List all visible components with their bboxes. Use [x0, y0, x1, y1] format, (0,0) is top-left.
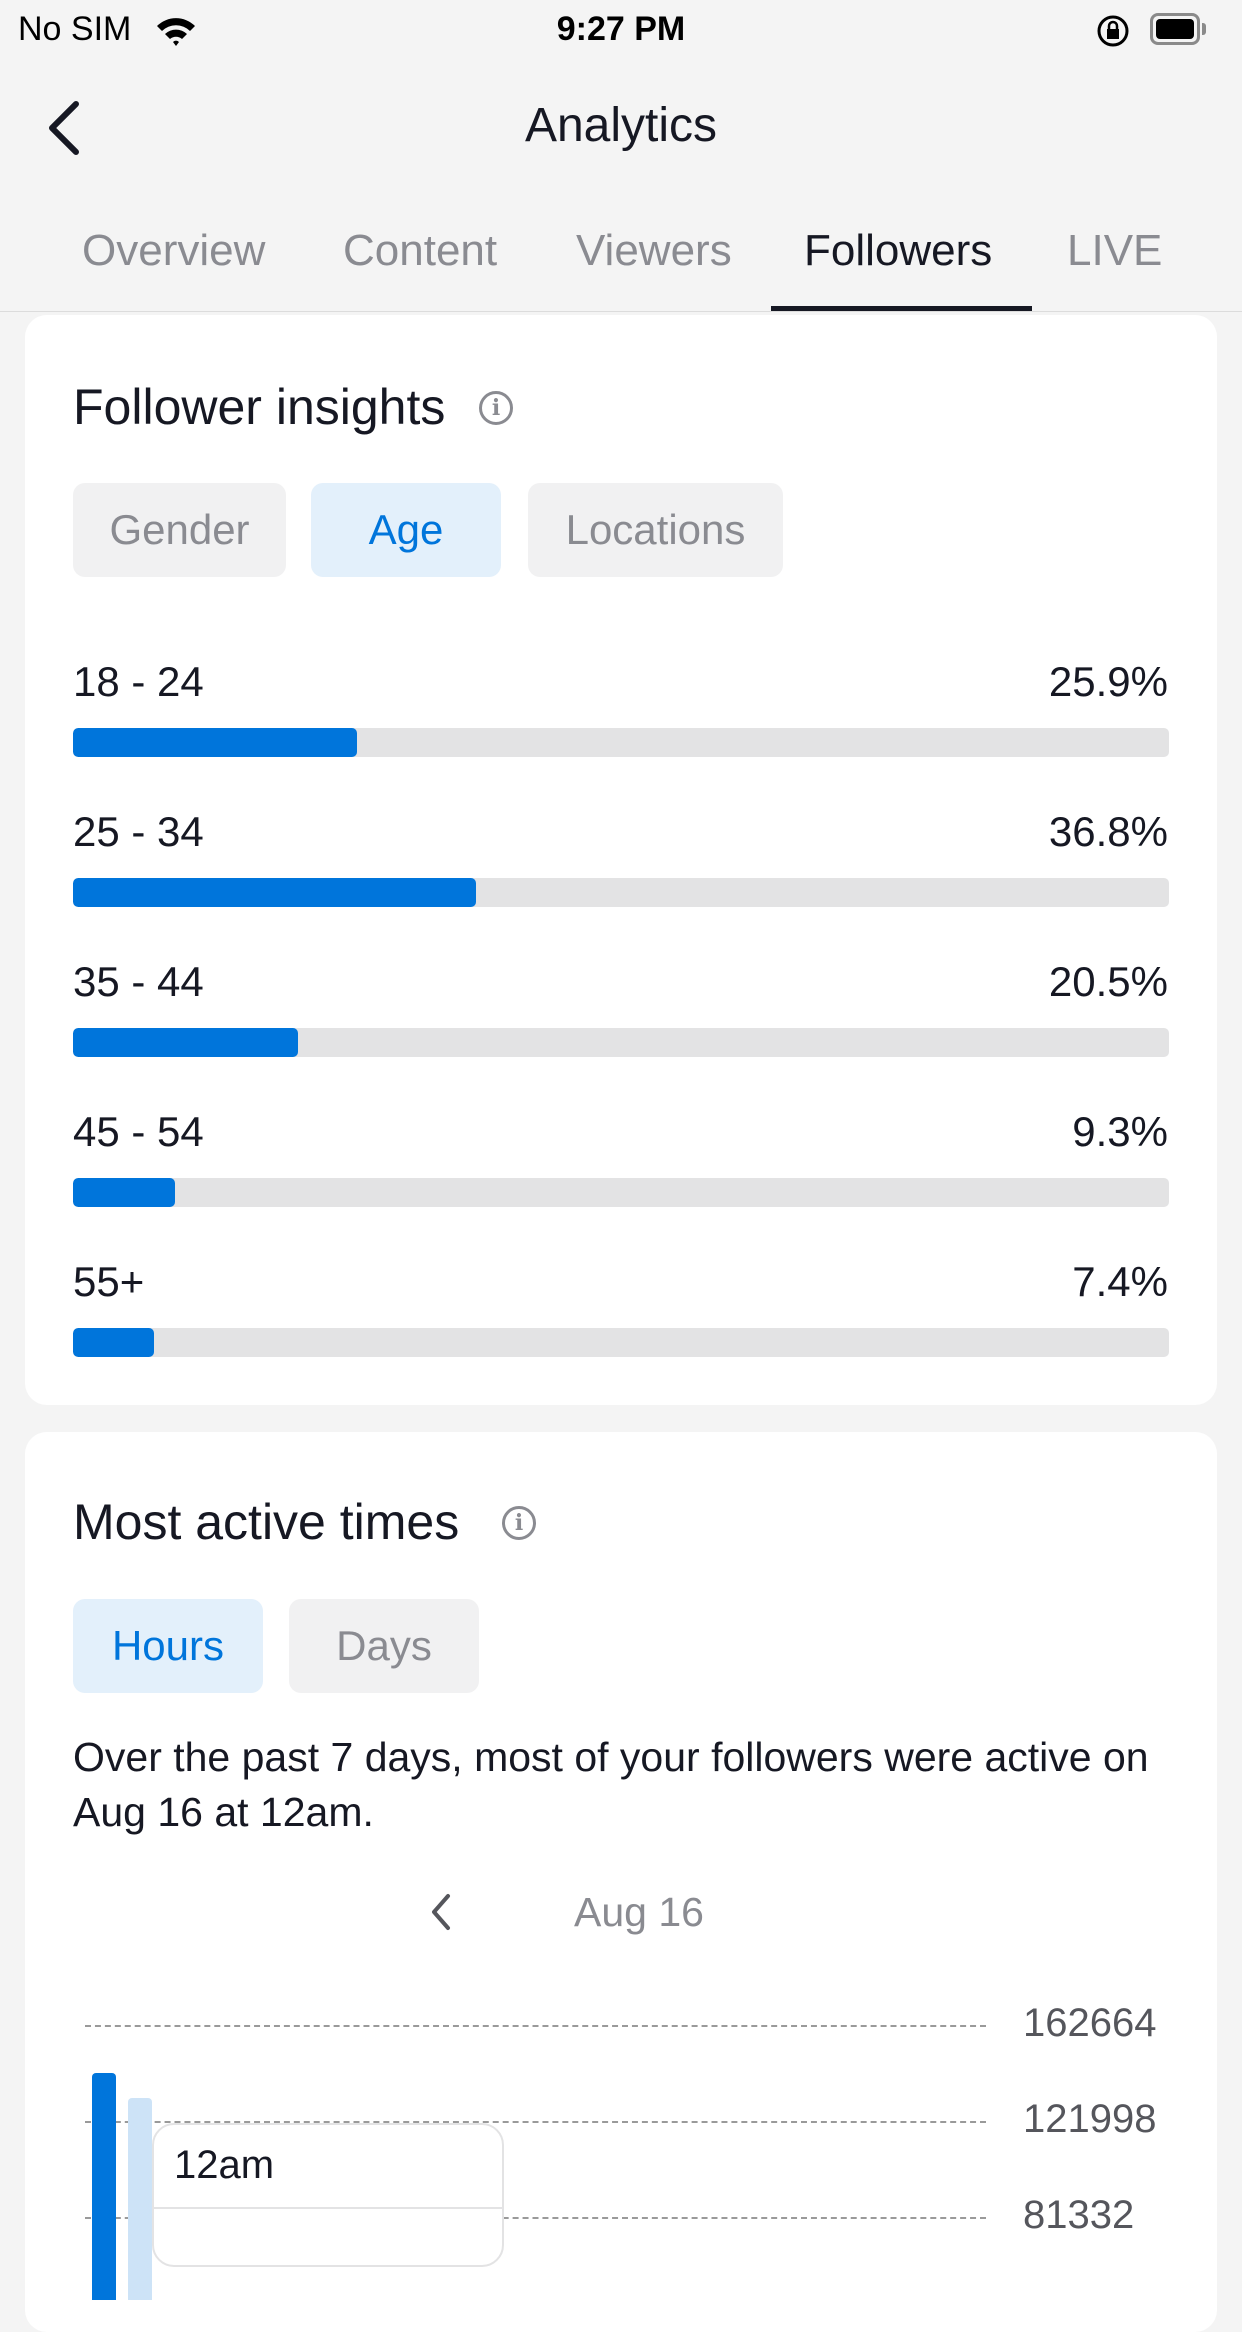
- chart-tooltip: 12am: [152, 2123, 504, 2267]
- orientation-lock-icon: [1097, 15, 1129, 47]
- age-row-bar-fill: [73, 1028, 298, 1057]
- follower-insights-title: Follower insights: [73, 379, 446, 435]
- tab-divider: [0, 311, 1242, 312]
- age-row-bar-fill: [73, 1178, 175, 1207]
- age-row-bar-fill: [73, 878, 477, 907]
- chart-bar[interactable]: [92, 2073, 116, 2300]
- age-row-label: 35 - 44: [73, 958, 204, 1005]
- info-icon[interactable]: i: [502, 1506, 536, 1540]
- follower-insights-card: [25, 315, 1217, 1405]
- y-tick-label: 81332: [1023, 2193, 1135, 2237]
- tab-overview[interactable]: Overview: [82, 226, 265, 276]
- age-row-value: 9.3%: [1072, 1108, 1168, 1155]
- filter-age[interactable]: Age: [311, 483, 501, 577]
- filter-days[interactable]: Days: [289, 1599, 479, 1693]
- age-row-bar-track: [73, 1178, 1169, 1207]
- age-row-bar-fill: [73, 1328, 155, 1357]
- tab-content[interactable]: Content: [343, 226, 497, 276]
- age-row-bar-track: [73, 1328, 1169, 1357]
- previous-date-button[interactable]: [428, 1892, 454, 1932]
- filter-locations[interactable]: Locations: [528, 483, 783, 577]
- y-tick-label: 121998: [1023, 2097, 1157, 2141]
- tab-live[interactable]: LIVE: [1067, 226, 1162, 276]
- age-row-bar-track: [73, 728, 1169, 757]
- filter-hours[interactable]: Hours: [73, 1599, 263, 1693]
- most-active-description: Over the past 7 days, most of your follo…: [73, 1734, 1149, 1835]
- age-row-value: 36.8%: [1048, 808, 1168, 855]
- battery-icon: [1150, 13, 1200, 45]
- battery-tip: [1202, 23, 1206, 35]
- age-row-value: 25.9%: [1048, 658, 1168, 705]
- chart-bar[interactable]: [128, 2098, 152, 2300]
- age-row-value: 7.4%: [1072, 1258, 1168, 1305]
- clock: 9:27 PM: [556, 10, 686, 48]
- chart-gridline: [85, 2025, 986, 2027]
- filter-gender[interactable]: Gender: [73, 483, 286, 577]
- age-row-label: 55+: [73, 1258, 145, 1305]
- y-tick-label: 162664: [1023, 2001, 1157, 2045]
- most-active-title: Most active times: [73, 1494, 460, 1550]
- tooltip-divider: [154, 2207, 502, 2209]
- age-row-bar-track: [73, 878, 1169, 907]
- age-row-value: 20.5%: [1048, 958, 1168, 1005]
- page-title: Analytics: [524, 99, 718, 152]
- age-row-label: 45 - 54: [73, 1108, 204, 1155]
- info-icon[interactable]: i: [479, 391, 513, 425]
- age-row-label: 18 - 24: [73, 658, 204, 705]
- age-row-label: 25 - 34: [73, 808, 204, 855]
- tab-followers[interactable]: Followers: [804, 226, 992, 276]
- tab-viewers[interactable]: Viewers: [576, 226, 732, 276]
- tooltip-label: 12am: [174, 2143, 275, 2187]
- age-row-bar-fill: [73, 728, 357, 757]
- age-row-bar-track: [73, 1028, 1169, 1057]
- date-label: Aug 16: [574, 1889, 704, 1935]
